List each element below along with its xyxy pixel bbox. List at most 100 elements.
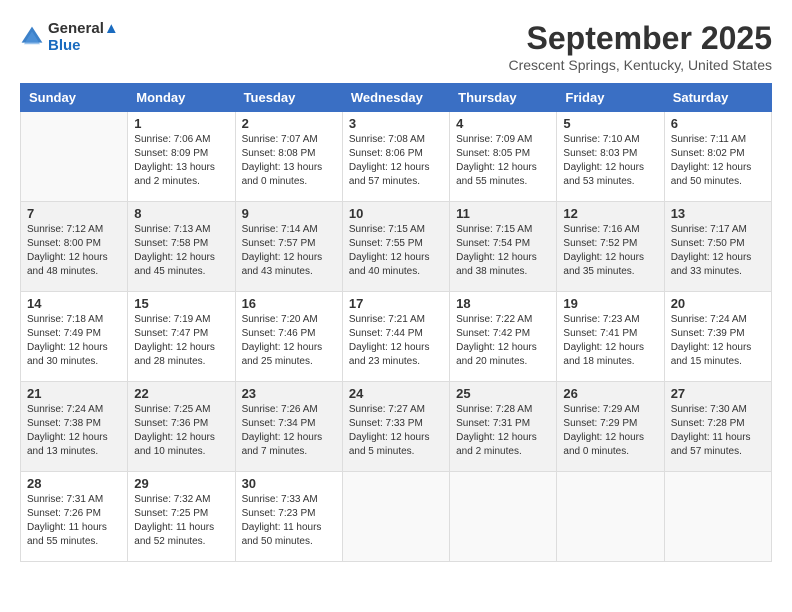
day-number: 23 <box>242 386 336 401</box>
day-info: Sunrise: 7:16 AM Sunset: 7:52 PM Dayligh… <box>563 223 657 279</box>
day-info: Sunrise: 7:07 AM Sunset: 8:08 PM Dayligh… <box>242 133 336 189</box>
calendar-day-cell: 6Sunrise: 7:11 AM Sunset: 8:02 PM Daylig… <box>664 112 771 202</box>
calendar-day-cell: 14 Sunrise: 7:18 AM Sunset: 7:49 PM Dayli… <box>21 292 128 382</box>
day-number: 1 <box>134 116 228 131</box>
day-number: 20 <box>671 296 765 311</box>
calendar-day-cell: 16 Sunrise: 7:20 AM Sunset: 7:46 PM Dayli… <box>235 292 342 382</box>
day-number: 29 <box>134 476 228 491</box>
calendar-day-cell: 5 Sunrise: 7:10 AM Sunset: 8:03 PM Daylig… <box>557 112 664 202</box>
day-info: Sunrise: 7:33 AM Sunset: 7:23 PM Dayligh… <box>242 493 336 549</box>
day-info: Sunrise: 7:18 AM Sunset: 7:49 PM Dayligh… <box>27 313 121 369</box>
day-of-week-header: Thursday <box>450 84 557 112</box>
day-of-week-header: Sunday <box>21 84 128 112</box>
location: Crescent Springs, Kentucky, United State… <box>508 57 772 73</box>
day-of-week-header: Saturday <box>664 84 771 112</box>
day-info: Sunrise: 7:30 AM Sunset: 7:28 PM Dayligh… <box>671 403 765 459</box>
day-number: 2 <box>242 116 336 131</box>
day-info: Sunrise: 7:31 AM Sunset: 7:26 PM Dayligh… <box>27 493 121 549</box>
day-number: 9 <box>242 206 336 221</box>
day-info: Sunrise: 7:10 AM Sunset: 8:03 PM Dayligh… <box>563 133 657 189</box>
title-block: September 2025 Crescent Springs, Kentuck… <box>508 20 772 73</box>
day-info: Sunrise: 7:06 AM Sunset: 8:09 PM Dayligh… <box>134 133 228 189</box>
calendar-day-cell <box>664 472 771 562</box>
calendar-week-row: 1 Sunrise: 7:06 AM Sunset: 8:09 PM Daylig… <box>21 112 772 202</box>
day-info: Sunrise: 7:23 AM Sunset: 7:41 PM Dayligh… <box>563 313 657 369</box>
calendar-week-row: 21 Sunrise: 7:24 AM Sunset: 7:38 PM Dayli… <box>21 382 772 472</box>
calendar-day-cell: 17Sunrise: 7:21 AM Sunset: 7:44 PM Dayli… <box>342 292 449 382</box>
calendar-day-cell: 8 Sunrise: 7:13 AM Sunset: 7:58 PM Daylig… <box>128 202 235 292</box>
calendar-day-cell: 2 Sunrise: 7:07 AM Sunset: 8:08 PM Daylig… <box>235 112 342 202</box>
logo-icon <box>20 25 44 49</box>
calendar-day-cell: 11 Sunrise: 7:15 AM Sunset: 7:54 PM Dayli… <box>450 202 557 292</box>
day-info: Sunrise: 7:11 AM Sunset: 8:02 PM Dayligh… <box>671 133 765 189</box>
day-number: 25 <box>456 386 550 401</box>
calendar-day-cell: 19Sunrise: 7:23 AM Sunset: 7:41 PM Dayli… <box>557 292 664 382</box>
day-info: Sunrise: 7:08 AM Sunset: 8:06 PM Dayligh… <box>349 133 443 189</box>
day-number: 16 <box>242 296 336 311</box>
logo: General▲ Blue <box>20 20 119 54</box>
calendar-day-cell: 15 Sunrise: 7:19 AM Sunset: 7:47 PM Dayli… <box>128 292 235 382</box>
day-info: Sunrise: 7:28 AM Sunset: 7:31 PM Dayligh… <box>456 403 550 459</box>
day-info: Sunrise: 7:20 AM Sunset: 7:46 PM Dayligh… <box>242 313 336 369</box>
day-info: Sunrise: 7:32 AM Sunset: 7:25 PM Dayligh… <box>134 493 228 549</box>
calendar-day-cell: 23 Sunrise: 7:26 AM Sunset: 7:34 PM Dayli… <box>235 382 342 472</box>
calendar-day-cell <box>342 472 449 562</box>
day-number: 22 <box>134 386 228 401</box>
day-number: 10 <box>349 206 443 221</box>
calendar-day-cell <box>557 472 664 562</box>
calendar-day-cell: 20 Sunrise: 7:24 AM Sunset: 7:39 PM Dayli… <box>664 292 771 382</box>
day-info: Sunrise: 7:19 AM Sunset: 7:47 PM Dayligh… <box>134 313 228 369</box>
day-number: 12 <box>563 206 657 221</box>
logo-text: General▲ Blue <box>48 20 119 54</box>
day-number: 13 <box>671 206 765 221</box>
calendar-day-cell: 4Sunrise: 7:09 AM Sunset: 8:05 PM Daylig… <box>450 112 557 202</box>
day-info: Sunrise: 7:15 AM Sunset: 7:55 PM Dayligh… <box>349 223 443 279</box>
day-number: 5 <box>563 116 657 131</box>
calendar-week-row: 28 Sunrise: 7:31 AM Sunset: 7:26 PM Dayli… <box>21 472 772 562</box>
calendar-table: SundayMondayTuesdayWednesdayThursdayFrid… <box>20 83 772 562</box>
calendar-week-row: 7 Sunrise: 7:12 AM Sunset: 8:00 PM Daylig… <box>21 202 772 292</box>
page-header: General▲ Blue September 2025 Crescent Sp… <box>20 20 772 73</box>
calendar-day-cell <box>450 472 557 562</box>
calendar-day-cell: 28 Sunrise: 7:31 AM Sunset: 7:26 PM Dayli… <box>21 472 128 562</box>
day-info: Sunrise: 7:12 AM Sunset: 8:00 PM Dayligh… <box>27 223 121 279</box>
day-number: 18 <box>456 296 550 311</box>
calendar-day-cell: 25 Sunrise: 7:28 AM Sunset: 7:31 PM Dayli… <box>450 382 557 472</box>
day-number: 27 <box>671 386 765 401</box>
day-info: Sunrise: 7:15 AM Sunset: 7:54 PM Dayligh… <box>456 223 550 279</box>
day-info: Sunrise: 7:27 AM Sunset: 7:33 PM Dayligh… <box>349 403 443 459</box>
calendar-day-cell <box>21 112 128 202</box>
day-number: 8 <box>134 206 228 221</box>
calendar-day-cell: 21 Sunrise: 7:24 AM Sunset: 7:38 PM Dayli… <box>21 382 128 472</box>
day-info: Sunrise: 7:25 AM Sunset: 7:36 PM Dayligh… <box>134 403 228 459</box>
calendar-day-cell: 1 Sunrise: 7:06 AM Sunset: 8:09 PM Daylig… <box>128 112 235 202</box>
calendar-day-cell: 13 Sunrise: 7:17 AM Sunset: 7:50 PM Dayli… <box>664 202 771 292</box>
calendar-day-cell: 7 Sunrise: 7:12 AM Sunset: 8:00 PM Daylig… <box>21 202 128 292</box>
day-info: Sunrise: 7:24 AM Sunset: 7:38 PM Dayligh… <box>27 403 121 459</box>
day-number: 15 <box>134 296 228 311</box>
calendar-day-cell: 12 Sunrise: 7:16 AM Sunset: 7:52 PM Dayli… <box>557 202 664 292</box>
day-of-week-header: Friday <box>557 84 664 112</box>
day-info: Sunrise: 7:17 AM Sunset: 7:50 PM Dayligh… <box>671 223 765 279</box>
calendar-day-cell: 29 Sunrise: 7:32 AM Sunset: 7:25 PM Dayli… <box>128 472 235 562</box>
month-title: September 2025 <box>508 20 772 57</box>
day-number: 7 <box>27 206 121 221</box>
day-info: Sunrise: 7:13 AM Sunset: 7:58 PM Dayligh… <box>134 223 228 279</box>
calendar-day-cell: 26Sunrise: 7:29 AM Sunset: 7:29 PM Dayli… <box>557 382 664 472</box>
calendar-day-cell: 22 Sunrise: 7:25 AM Sunset: 7:36 PM Dayli… <box>128 382 235 472</box>
day-of-week-header: Wednesday <box>342 84 449 112</box>
calendar-day-cell: 18 Sunrise: 7:22 AM Sunset: 7:42 PM Dayli… <box>450 292 557 382</box>
calendar-week-row: 14 Sunrise: 7:18 AM Sunset: 7:49 PM Dayli… <box>21 292 772 382</box>
day-info: Sunrise: 7:22 AM Sunset: 7:42 PM Dayligh… <box>456 313 550 369</box>
day-number: 11 <box>456 206 550 221</box>
day-number: 21 <box>27 386 121 401</box>
calendar-day-cell: 9Sunrise: 7:14 AM Sunset: 7:57 PM Daylig… <box>235 202 342 292</box>
day-number: 14 <box>27 296 121 311</box>
day-number: 24 <box>349 386 443 401</box>
day-number: 17 <box>349 296 443 311</box>
calendar-header-row: SundayMondayTuesdayWednesdayThursdayFrid… <box>21 84 772 112</box>
day-number: 28 <box>27 476 121 491</box>
day-info: Sunrise: 7:24 AM Sunset: 7:39 PM Dayligh… <box>671 313 765 369</box>
day-info: Sunrise: 7:29 AM Sunset: 7:29 PM Dayligh… <box>563 403 657 459</box>
day-info: Sunrise: 7:26 AM Sunset: 7:34 PM Dayligh… <box>242 403 336 459</box>
